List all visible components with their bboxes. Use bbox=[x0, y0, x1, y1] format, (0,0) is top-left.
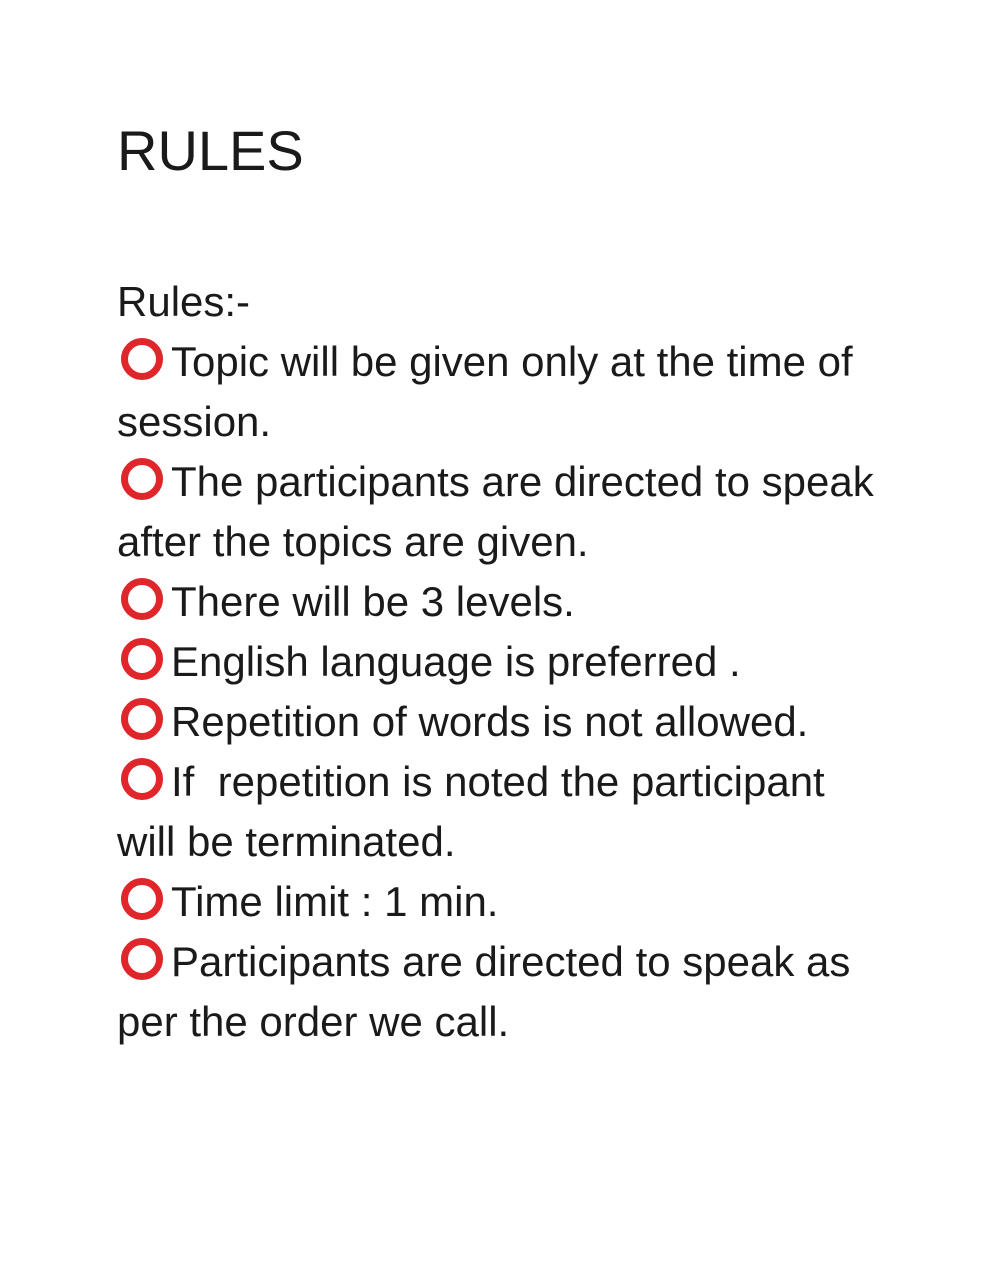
rule-item: Topic will be given only at the time of … bbox=[117, 332, 887, 452]
red-circle-icon bbox=[117, 878, 167, 920]
page-title: RULES bbox=[117, 119, 304, 182]
red-circle-icon bbox=[117, 338, 167, 380]
red-circle-icon bbox=[117, 638, 167, 680]
rule-item: Participants are directed to speak as pe… bbox=[117, 932, 887, 1052]
rule-item: If repetition is noted the participant w… bbox=[117, 752, 887, 872]
red-circle-icon bbox=[117, 938, 167, 980]
rule-item: Time limit : 1 min. bbox=[117, 872, 887, 932]
red-circle-icon bbox=[117, 698, 167, 740]
rule-text: Time limit : 1 min. bbox=[171, 878, 499, 925]
rule-text: Participants are directed to speak as pe… bbox=[117, 938, 851, 1045]
rules-section: Rules:- Topic will be given only at the … bbox=[117, 272, 887, 1052]
rule-text: Topic will be given only at the time of … bbox=[117, 338, 853, 445]
rule-text: There will be 3 levels. bbox=[171, 578, 575, 625]
red-circle-icon bbox=[117, 578, 167, 620]
rule-text: Repetition of words is not allowed. bbox=[171, 698, 809, 745]
document-page: RULES Rules:- Topic will be given only a… bbox=[0, 0, 989, 1280]
rule-item: Repetition of words is not allowed. bbox=[117, 692, 887, 752]
rule-text: The participants are directed to speak a… bbox=[117, 458, 874, 565]
rule-item: The participants are directed to speak a… bbox=[117, 452, 887, 572]
red-circle-icon bbox=[117, 458, 167, 500]
rule-item: There will be 3 levels. bbox=[117, 572, 887, 632]
rule-text: English language is preferred . bbox=[171, 638, 741, 685]
rule-text: If repetition is noted the participant w… bbox=[117, 758, 837, 865]
rule-item: English language is preferred . bbox=[117, 632, 887, 692]
red-circle-icon bbox=[117, 758, 167, 800]
rules-subheading: Rules:- bbox=[117, 278, 251, 325]
